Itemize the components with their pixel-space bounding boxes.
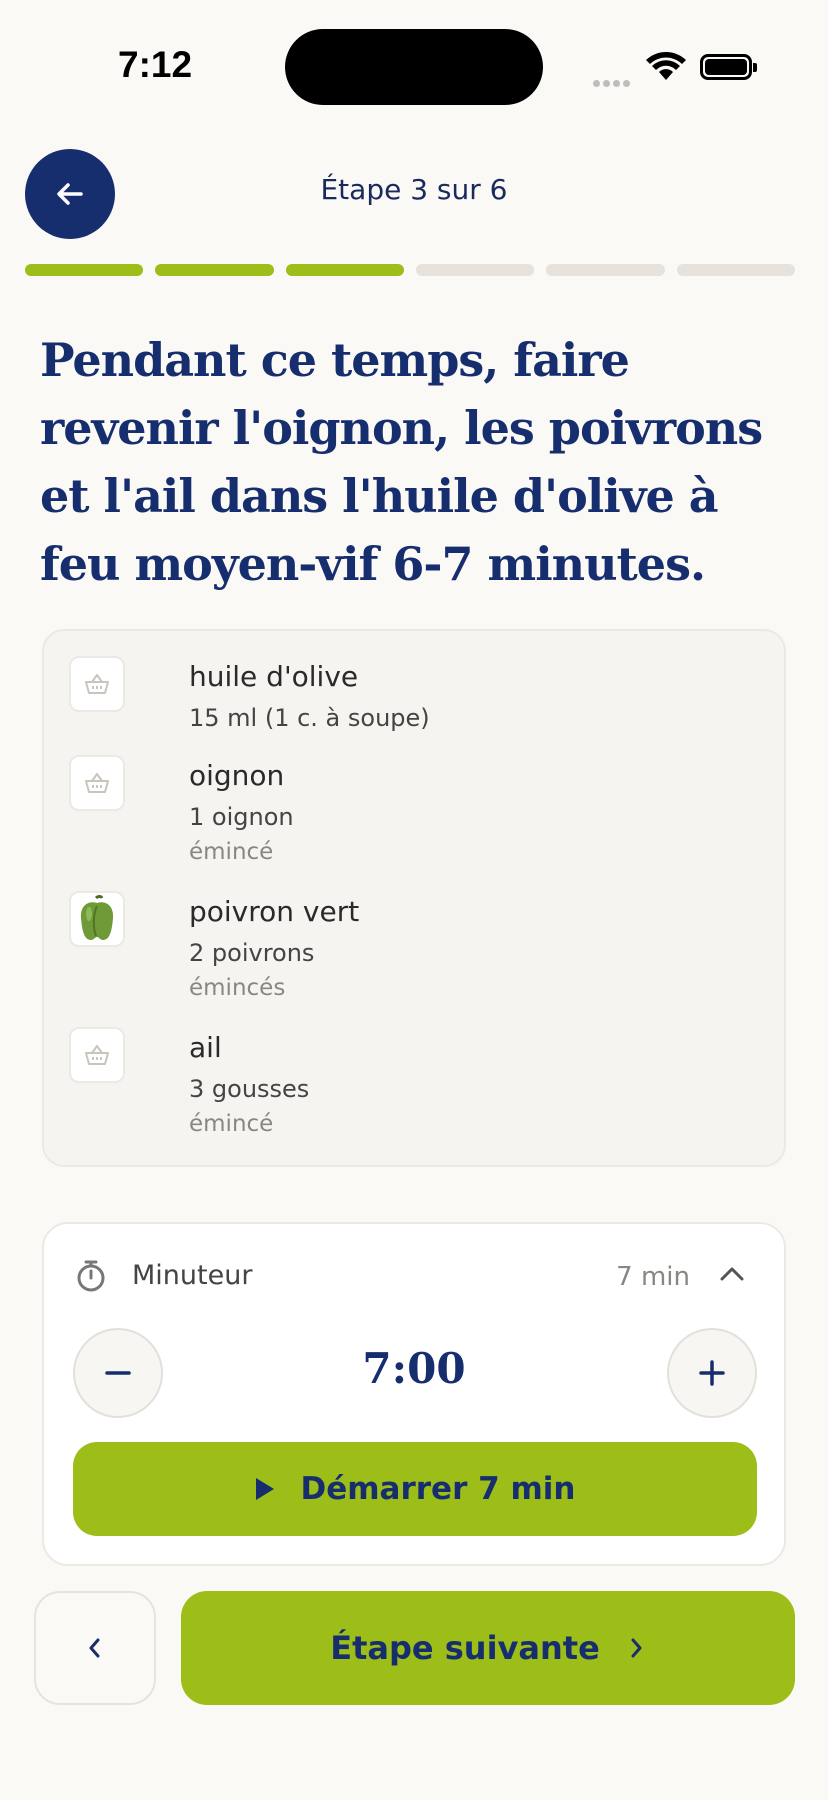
timer-label: Minuteur — [132, 1260, 253, 1291]
chevron-right-icon — [631, 1638, 642, 1658]
step-instruction: Pendant ce temps, faire revenir l'oignon… — [40, 333, 763, 591]
chevron-up-icon[interactable] — [718, 1262, 746, 1290]
ingredient-name: poivron vert — [189, 895, 360, 928]
plus-icon — [699, 1360, 725, 1386]
progress-segment — [285, 264, 404, 276]
ingredient-quantity: 2 poivrons — [189, 939, 315, 967]
timer-summary: 7 min — [616, 1262, 690, 1292]
battery-icon — [700, 54, 757, 80]
step-progress-bar — [25, 264, 795, 276]
increase-timer-button[interactable] — [667, 1328, 757, 1418]
progress-segment — [676, 264, 795, 276]
next-step-button[interactable]: Étape suivante — [181, 1591, 795, 1705]
chevron-left-icon — [89, 1638, 100, 1658]
status-time: 7:12 — [118, 44, 193, 85]
wifi-icon — [646, 52, 686, 86]
dynamic-island — [285, 29, 543, 105]
ingredient-name: huile d'olive — [189, 660, 359, 693]
basket-icon — [69, 1027, 125, 1083]
next-step-label: Étape suivante — [330, 1629, 600, 1667]
progress-segment — [546, 264, 665, 276]
ingredient-note: émincé — [189, 1111, 274, 1137]
ingredient-quantity: 3 gousses — [189, 1075, 310, 1103]
play-icon — [256, 1478, 275, 1500]
progress-segment — [415, 264, 535, 276]
basket-icon — [69, 656, 125, 712]
progress-segment — [25, 264, 144, 276]
ingredient-quantity: 15 ml (1 c. à soupe) — [189, 704, 430, 732]
ingredient-note: émincé — [189, 839, 274, 865]
progress-segment — [155, 264, 274, 276]
start-timer-label: Démarrer 7 min — [300, 1471, 576, 1507]
ingredients-panel: huile d'olive 15 ml (1 c. à soupe) oigno… — [42, 629, 786, 1167]
ingredient-name: ail — [189, 1031, 222, 1064]
start-timer-button[interactable]: Démarrer 7 min — [73, 1442, 757, 1536]
ingredient-quantity: 1 oignon — [189, 803, 294, 831]
step-indicator: Étape 3 sur 6 — [320, 173, 508, 206]
ingredient-name: oignon — [189, 759, 285, 792]
status-bar: 7:12 — [0, 0, 828, 130]
cellular-signal-icon — [593, 72, 633, 91]
basket-icon — [69, 755, 125, 811]
stopwatch-icon — [74, 1258, 108, 1298]
timer-card: Minuteur 7 min 7:00 Démarrer 7 min — [42, 1222, 786, 1566]
green-pepper-icon — [69, 891, 125, 947]
ingredient-note: émincés — [189, 975, 286, 1001]
previous-step-button[interactable] — [34, 1591, 156, 1705]
